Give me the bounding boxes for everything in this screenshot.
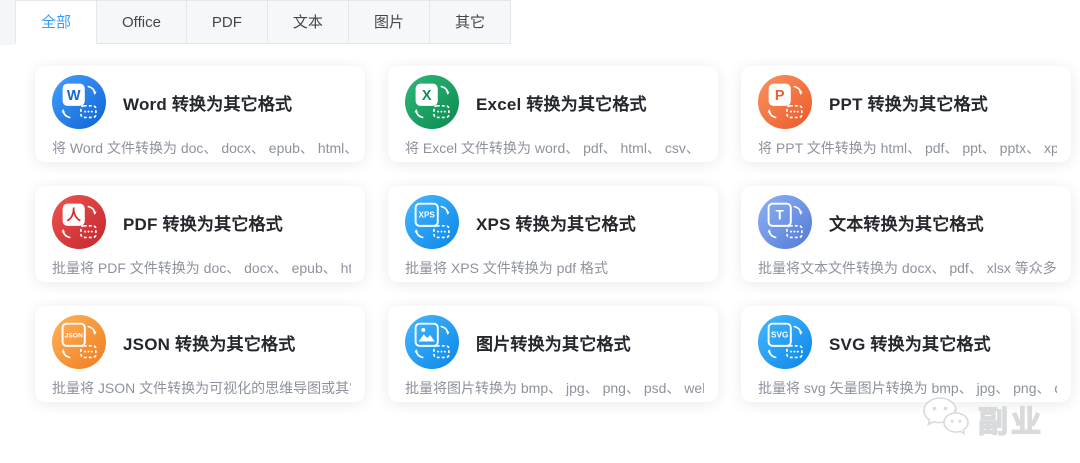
- card-header: T 文本转换为其它格式: [741, 186, 1071, 251]
- card-json-convert[interactable]: JSON JSON 转换为其它格式 批量将 JSON 文件转换为可视化的思维导图…: [35, 306, 365, 402]
- card-title: Word 转换为其它格式: [123, 90, 292, 115]
- card-title: Excel 转换为其它格式: [476, 90, 647, 115]
- card-title: SVG 转换为其它格式: [829, 330, 991, 355]
- card-ppt-convert[interactable]: P PPT 转换为其它格式 将 PPT 文件转换为 html、 pdf、 ppt…: [741, 66, 1071, 162]
- tab-office[interactable]: Office: [97, 0, 187, 44]
- page-corner-strip: [0, 0, 15, 45]
- card-description: 批量将 JSON 文件转换为可视化的思维导图或其它格式: [52, 378, 351, 398]
- card-description: 批量将图片转换为 bmp、 jpg、 png、 psd、 webp、 tiff …: [405, 378, 704, 398]
- card-description: 批量将 PDF 文件转换为 doc、 docx、 epub、 html、 txt…: [52, 258, 351, 278]
- card-header: X Excel 转换为其它格式: [388, 66, 718, 131]
- tab-other[interactable]: 其它: [430, 0, 511, 44]
- card-description: 批量将 XPS 文件转换为 pdf 格式: [405, 258, 704, 278]
- tab-pdf[interactable]: PDF: [187, 0, 268, 44]
- card-header: JSON JSON 转换为其它格式: [35, 306, 365, 371]
- svg-text:P: P: [775, 88, 785, 104]
- card-text-convert[interactable]: T 文本转换为其它格式 批量将文本文件转换为 docx、 pdf、 xlsx 等…: [741, 186, 1071, 282]
- card-title: PDF 转换为其它格式: [123, 210, 283, 235]
- card-header: 人 PDF 转换为其它格式: [35, 186, 365, 251]
- card-title: PPT 转换为其它格式: [829, 90, 988, 115]
- card-description: 将 Word 文件转换为 doc、 docx、 epub、 html、 pdf …: [52, 138, 351, 158]
- svg-text:人: 人: [66, 207, 81, 224]
- card-word-convert[interactable]: W Word 转换为其它格式 将 Word 文件转换为 doc、 docx、 e…: [35, 66, 365, 162]
- text-convert-icon: T: [758, 195, 812, 249]
- card-title: 文本转换为其它格式: [829, 210, 984, 235]
- card-title: 图片转换为其它格式: [476, 330, 631, 355]
- card-description: 将 Excel 文件转换为 word、 pdf、 html、 csv、 txt、…: [405, 138, 704, 158]
- wechat-icon: [921, 395, 971, 442]
- watermark: 副业: [921, 395, 1044, 442]
- svg-text:W: W: [67, 88, 81, 104]
- watermark-text: 副业: [978, 397, 1044, 441]
- pdf-convert-icon: 人: [52, 195, 106, 249]
- svg-convert-icon: SVG: [758, 315, 812, 369]
- word-convert-icon: W: [52, 75, 106, 129]
- tab-bar: 全部OfficePDF文本图片其它: [15, 0, 511, 44]
- card-title: XPS 转换为其它格式: [476, 210, 636, 235]
- svg-text:T: T: [776, 208, 785, 223]
- card-pdf-convert[interactable]: 人 PDF 转换为其它格式 批量将 PDF 文件转换为 doc、 docx、 e…: [35, 186, 365, 282]
- card-header: 图片转换为其它格式: [388, 306, 718, 371]
- card-header: P PPT 转换为其它格式: [741, 66, 1071, 131]
- svg-text:JSON: JSON: [65, 333, 84, 340]
- card-header: SVG SVG 转换为其它格式: [741, 306, 1071, 371]
- card-excel-convert[interactable]: X Excel 转换为其它格式 将 Excel 文件转换为 word、 pdf、…: [388, 66, 718, 162]
- xps-convert-icon: XPS: [405, 195, 459, 249]
- card-image-convert[interactable]: 图片转换为其它格式 批量将图片转换为 bmp、 jpg、 png、 psd、 w…: [388, 306, 718, 402]
- tab-image[interactable]: 图片: [349, 0, 430, 44]
- svg-text:XPS: XPS: [419, 211, 436, 220]
- converter-grid: W Word 转换为其它格式 将 Word 文件转换为 doc、 docx、 e…: [35, 66, 1071, 402]
- tab-text[interactable]: 文本: [268, 0, 349, 44]
- card-description: 将 PPT 文件转换为 html、 pdf、 ppt、 pptx、 xps 等格…: [758, 138, 1057, 158]
- ppt-convert-icon: P: [758, 75, 812, 129]
- excel-convert-icon: X: [405, 75, 459, 129]
- card-xps-convert[interactable]: XPS XPS 转换为其它格式 批量将 XPS 文件转换为 pdf 格式: [388, 186, 718, 282]
- card-header: W Word 转换为其它格式: [35, 66, 365, 131]
- svg-text:X: X: [422, 88, 432, 104]
- card-description: 批量将文本文件转换为 docx、 pdf、 xlsx 等众多格式: [758, 258, 1057, 278]
- image-convert-icon: [405, 315, 459, 369]
- card-header: XPS XPS 转换为其它格式: [388, 186, 718, 251]
- card-svg-convert[interactable]: SVG SVG 转换为其它格式 批量将 svg 矢量图片转换为 bmp、 jpg…: [741, 306, 1071, 402]
- card-title: JSON 转换为其它格式: [123, 330, 295, 355]
- json-convert-icon: JSON: [52, 315, 106, 369]
- tab-all[interactable]: 全部: [15, 0, 97, 44]
- svg-text:SVG: SVG: [771, 331, 788, 340]
